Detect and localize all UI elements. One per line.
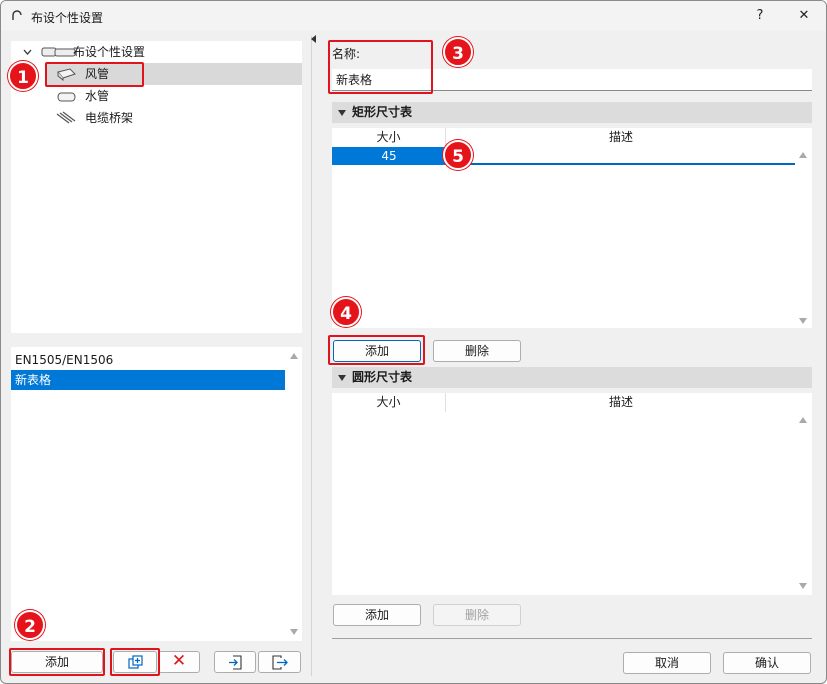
tree-root-label: 布设个性设置 xyxy=(73,45,146,59)
scroll-up-arrow[interactable] xyxy=(290,353,298,359)
round-section-title: 圆形尺寸表 xyxy=(352,370,413,384)
step-badge-5: 5 xyxy=(443,140,473,170)
tree-root[interactable]: 布设个性设置 xyxy=(11,41,302,63)
footer-divider xyxy=(332,638,812,639)
step-badge-1: 1 xyxy=(8,61,38,91)
col-header-size[interactable]: 大小 xyxy=(332,393,446,412)
delete-table-button[interactable]: ✕ xyxy=(158,651,200,673)
rect-section-title: 矩形尺寸表 xyxy=(352,105,413,119)
table-cell-desc[interactable] xyxy=(447,147,795,165)
highlight-box-add-table xyxy=(9,648,105,676)
step-badge-4: 4 xyxy=(331,297,361,327)
mep-root-icon xyxy=(41,47,76,57)
round-size-table: 大小 描述 xyxy=(332,393,812,595)
scroll-down-arrow[interactable] xyxy=(799,318,807,324)
list-item[interactable]: EN1505/EN1506 xyxy=(11,349,285,371)
step-badge-2: 2 xyxy=(15,610,45,640)
tree-item-label: 水管 xyxy=(85,89,110,103)
cancel-button[interactable]: 取消 xyxy=(623,652,711,674)
scroll-up-arrow[interactable] xyxy=(799,152,807,158)
splitter[interactable] xyxy=(311,36,312,676)
ok-button[interactable]: 确认 xyxy=(723,652,811,674)
highlight-box-name xyxy=(328,40,433,94)
step-badge-3: 3 xyxy=(443,37,473,67)
col-header-desc[interactable]: 描述 xyxy=(447,128,795,147)
tree-item-label: 电缆桥架 xyxy=(85,111,134,125)
round-section-header[interactable]: 圆形尺寸表 xyxy=(332,367,812,388)
list-item-selected[interactable]: 新表格 xyxy=(11,370,285,390)
collapse-arrow-icon xyxy=(338,110,346,116)
tree-item-pipe[interactable]: 水管 xyxy=(47,85,302,107)
chevron-down-icon[interactable] xyxy=(23,48,32,56)
collapse-left-icon[interactable] xyxy=(311,35,317,43)
export-icon xyxy=(272,655,288,670)
import-icon xyxy=(229,655,242,670)
scroll-down-arrow[interactable] xyxy=(290,629,298,635)
table-list-panel: EN1505/EN1506 新表格 xyxy=(11,347,302,641)
col-header-desc[interactable]: 描述 xyxy=(447,393,795,412)
table-cell-size[interactable]: 45 xyxy=(332,147,446,165)
collapse-arrow-icon xyxy=(338,375,346,381)
rect-delete-button[interactable]: 删除 xyxy=(433,340,521,362)
rect-size-table: 大小 描述 45 xyxy=(332,128,812,328)
round-add-button[interactable]: 添加 xyxy=(333,604,421,626)
import-button[interactable] xyxy=(214,651,256,673)
pipe-icon xyxy=(57,92,76,102)
scroll-up-arrow[interactable] xyxy=(799,417,807,423)
highlight-box-duplicate xyxy=(110,648,160,676)
window-title: 布设个性设置 xyxy=(31,11,104,25)
app-icon xyxy=(12,10,22,20)
scroll-down-arrow[interactable] xyxy=(799,583,807,589)
col-header-size[interactable]: 大小 xyxy=(332,128,446,147)
help-button[interactable]: ? xyxy=(745,5,775,27)
close-button[interactable]: ✕ xyxy=(789,5,819,27)
settings-dialog: 布设个性设置 ? ✕ 布设个性设置 风管 水管 电缆桥架 EN1505/EN15… xyxy=(0,0,827,684)
round-delete-button[interactable]: 删除 xyxy=(433,604,521,626)
tree-item-cable-tray[interactable]: 电缆桥架 xyxy=(47,107,302,129)
highlight-box-rect-add xyxy=(328,335,425,365)
export-button[interactable] xyxy=(258,651,301,673)
title-bar: 布设个性设置 ? ✕ xyxy=(1,1,826,31)
highlight-box-duct xyxy=(45,62,144,87)
cable-tray-icon xyxy=(56,111,76,124)
rect-section-header[interactable]: 矩形尺寸表 xyxy=(332,102,812,123)
